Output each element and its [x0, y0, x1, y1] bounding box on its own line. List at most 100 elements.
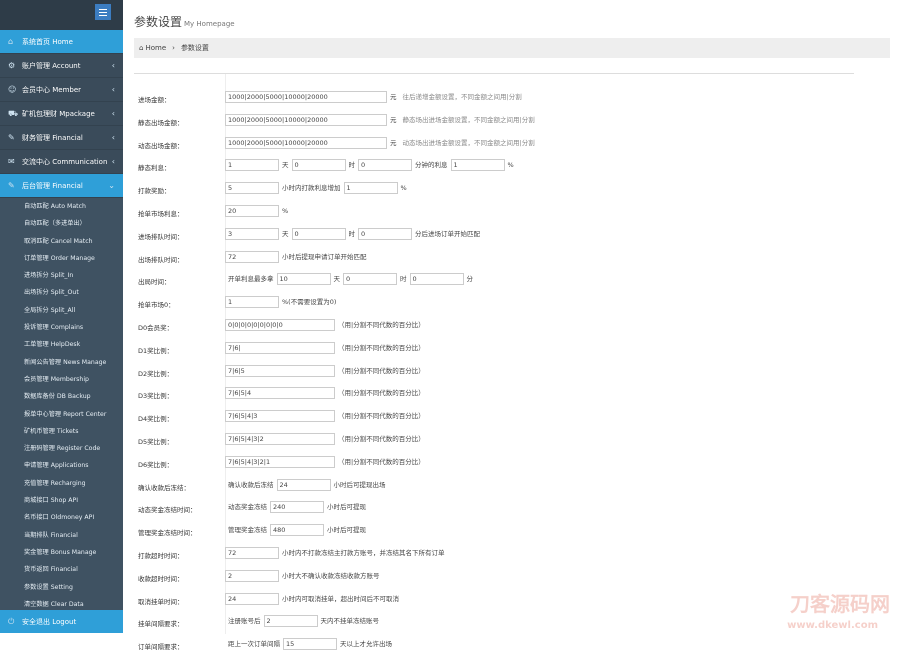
- logout-button[interactable]: ⏻ 安全退出 Logout: [0, 610, 123, 633]
- setting-input[interactable]: 0: [291, 159, 346, 172]
- field-label: 动态出场金额：: [138, 141, 184, 150]
- setting-input[interactable]: 3: [225, 227, 279, 240]
- form-row: D2奖比例： 7|6|5 （用|分割不同代数的百分比）: [134, 360, 854, 383]
- sidebar-item-2[interactable]: ☺ 会员中心 Member ‹: [0, 78, 123, 102]
- logout-label: 安全退出 Logout: [22, 618, 77, 626]
- sidebar-subitem[interactable]: 报单中心管理 Report Center: [0, 406, 123, 423]
- sidebar-subitem[interactable]: 自动匹配（多进单出）: [0, 215, 123, 232]
- setting-input[interactable]: 1: [343, 182, 398, 195]
- setting-input[interactable]: 20: [225, 205, 279, 217]
- setting-input[interactable]: 72: [225, 547, 279, 559]
- form-row: D5奖比例： 7|6|5|4|3|2 （用|分割不同代数的百分比）: [134, 428, 854, 451]
- sidebar-subitem[interactable]: 取消匹配 Cancel Match: [0, 233, 123, 250]
- menu-toggle-icon[interactable]: [95, 4, 111, 20]
- sidebar-item-5[interactable]: ✉ 交流中心 Communication ‹: [0, 150, 123, 174]
- sidebar-item-label: 账户管理 Account: [22, 62, 81, 70]
- setting-input[interactable]: 15: [283, 638, 337, 651]
- field-controls: 7|6|5|4|3 （用|分割不同代数的百分比）: [225, 407, 428, 425]
- sidebar-subitem[interactable]: 奖金管理 Bonus Manage: [0, 544, 123, 561]
- sidebar-subitem[interactable]: 申请管理 Applications: [0, 457, 123, 474]
- sidebar-subitem[interactable]: 进场拆分 Split_In: [0, 267, 123, 284]
- sidebar-item-3[interactable]: ⛟ 矿机包理财 Mpackage ‹: [0, 102, 123, 126]
- watermark-url: www.dkewl.com: [787, 620, 878, 631]
- setting-input[interactable]: 7|6|5: [225, 364, 335, 377]
- setting-input[interactable]: 0: [358, 227, 412, 240]
- sidebar-subitem[interactable]: 货币返回 Financial: [0, 561, 123, 578]
- sidebar-subitem[interactable]: 出场拆分 Split_Out: [0, 284, 123, 301]
- sidebar-item-label: 矿机包理财 Mpackage: [22, 110, 95, 118]
- form-row: D1奖比例： 7|6| （用|分割不同代数的百分比）: [134, 337, 854, 360]
- setting-input[interactable]: 7|6|5|4|3|2|1: [225, 455, 335, 468]
- sidebar-subitem[interactable]: 订单管理 Order Manage: [0, 250, 123, 267]
- setting-input[interactable]: 1: [225, 296, 279, 309]
- field-hint: 动态场出进场金额设置，不同金额之间用|分割: [402, 138, 535, 147]
- sidebar-item-6[interactable]: ✎ 后台管理 Financial ⌄: [0, 174, 123, 198]
- sidebar-subitem[interactable]: 自动匹配 Auto Match: [0, 198, 123, 215]
- sidebar-item-0[interactable]: ⌂ 系统首页 Home: [0, 30, 123, 54]
- form-row: 抢单市场0： 1 %(不需要设置为0): [134, 291, 854, 314]
- sidebar-subitem[interactable]: 当期排队 Financial: [0, 527, 123, 544]
- sidebar-subitem[interactable]: 数据库备份 DB Backup: [0, 388, 123, 405]
- setting-input[interactable]: 24: [225, 592, 279, 605]
- field-controls: 距上一次订单间隔 15 天以上才允许出场: [225, 635, 395, 653]
- setting-input[interactable]: 2: [263, 615, 318, 628]
- field-text: 确认收款后冻结: [228, 480, 274, 489]
- setting-input[interactable]: 0|0|0|0|0|0|0|0|0: [225, 319, 335, 331]
- sidebar-item-1[interactable]: ⚙ 账户管理 Account ‹: [0, 54, 123, 78]
- field-text: 小时后可提现: [327, 503, 366, 512]
- field-text: 时: [400, 275, 407, 284]
- sidebar-subitem[interactable]: 工单管理 HelpDesk: [0, 336, 123, 353]
- sidebar-subitem[interactable]: 投诉管理 Complains: [0, 319, 123, 336]
- setting-input[interactable]: 7|6|5|4: [225, 387, 335, 400]
- setting-input[interactable]: 240: [270, 501, 324, 514]
- field-controls: 3 天 0 时 0 分后进场订单开始匹配: [225, 225, 483, 243]
- field-label: 进场排队时间：: [138, 232, 184, 241]
- chevron-icon: ‹: [111, 133, 115, 142]
- sidebar-subitem[interactable]: 矿机币管理 Tickets: [0, 423, 123, 440]
- field-label: 静态利息：: [138, 164, 171, 173]
- sidebar-subitem[interactable]: 全局拆分 Split_All: [0, 302, 123, 319]
- setting-input[interactable]: 7|6|5|4|3|2: [225, 433, 335, 445]
- breadcrumb: ⌂ Home › 参数设置: [134, 38, 890, 58]
- setting-input[interactable]: 1000|2000|5000|10000|20000: [225, 91, 387, 103]
- field-controls: 1000|2000|5000|10000|20000 元动态场出进场金额设置，不同…: [225, 134, 538, 152]
- form-row: 确认收款后冻结： 确认收款后冻结 24 小时后可提现出场: [134, 474, 854, 497]
- page-title-text: 参数设置: [134, 15, 183, 29]
- sidebar-subitem[interactable]: 名币接口 Oldmoney API: [0, 509, 123, 526]
- setting-input[interactable]: 1: [225, 159, 279, 172]
- form-row: 动态出场金额： 1000|2000|5000|10000|20000 元动态场出进场…: [134, 132, 854, 155]
- field-controls: 1000|2000|5000|10000|20000 元静态场出进场金额设置，不同…: [225, 111, 538, 129]
- setting-input[interactable]: 1000|2000|5000|10000|20000: [225, 136, 387, 149]
- setting-input[interactable]: 0: [409, 273, 464, 286]
- setting-input[interactable]: 0: [343, 273, 397, 286]
- form-row: 出场排队时间： 72 小时后提现申请订单开始匹配: [134, 246, 854, 269]
- field-label: 打款奖励：: [138, 187, 171, 196]
- field-text: （用|分割不同代数的百分比）: [338, 343, 425, 352]
- setting-input[interactable]: 24: [276, 478, 331, 491]
- sidebar-subitem[interactable]: 充值管理 Recharging: [0, 475, 123, 492]
- form-row: 进场金额： 1000|2000|5000|10000|20000 元往后递增金额设置…: [134, 86, 854, 109]
- sidebar-item-label: 会员中心 Member: [22, 86, 82, 94]
- sidebar-subitem[interactable]: 注册码管理 Register Code: [0, 440, 123, 457]
- sidebar-subitem[interactable]: 新闻公告管理 News Manage: [0, 354, 123, 371]
- setting-input[interactable]: 1: [450, 159, 505, 172]
- setting-input[interactable]: 480: [270, 524, 324, 537]
- setting-input[interactable]: 2: [225, 569, 279, 582]
- setting-input[interactable]: 5: [225, 182, 279, 195]
- form-row: 动态奖金冻结时间： 动态奖金冻结 240 小时后可提现: [134, 496, 854, 519]
- setting-input[interactable]: 0: [291, 227, 346, 240]
- sidebar-subitem[interactable]: 会员管理 Membership: [0, 371, 123, 388]
- breadcrumb-home[interactable]: Home: [145, 44, 166, 52]
- sidebar-subitem[interactable]: 商城接口 Shop API: [0, 492, 123, 509]
- setting-input[interactable]: 7|6|5|4|3: [225, 410, 335, 423]
- form-row: 打款奖励： 5 小时内打款利息增加 1%: [134, 177, 854, 200]
- chevron-icon: ⌄: [108, 181, 115, 190]
- setting-input[interactable]: 1000|2000|5000|10000|20000: [225, 113, 387, 126]
- sidebar-subitem[interactable]: 参数设置 Setting: [0, 579, 123, 596]
- setting-input[interactable]: 0: [358, 159, 412, 172]
- sidebar-item-4[interactable]: ✎ 财务管理 Financial ‹: [0, 126, 123, 150]
- setting-input[interactable]: 10: [276, 273, 331, 286]
- setting-input[interactable]: 7|6|: [225, 341, 335, 354]
- setting-input[interactable]: 72: [225, 250, 279, 263]
- field-text: 天: [282, 229, 289, 238]
